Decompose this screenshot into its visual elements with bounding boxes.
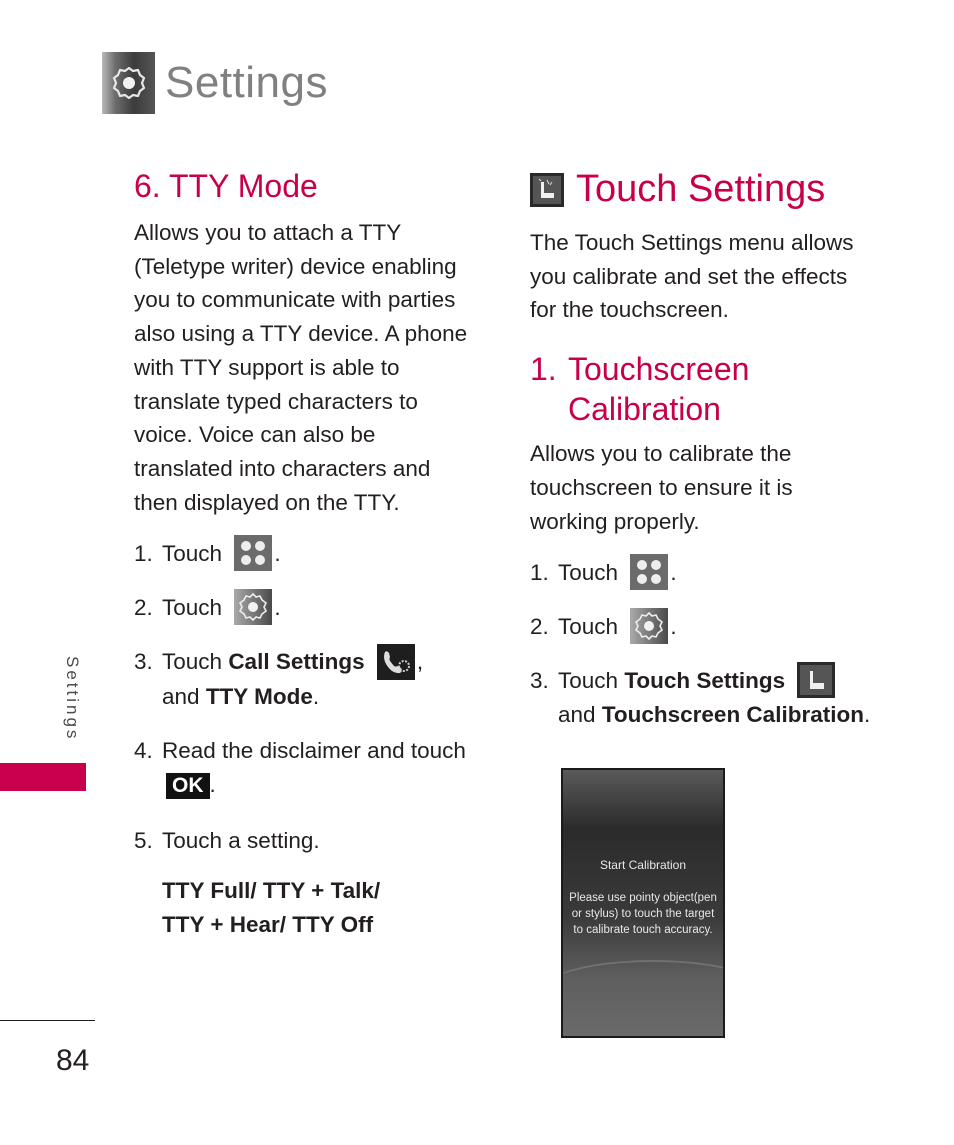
- step-2: 2. Touch .: [530, 608, 910, 645]
- wave-decoration: [563, 960, 723, 1020]
- tty-options-line: TTY Full/ TTY + Talk/: [162, 877, 381, 903]
- tty-options: TTY Full/ TTY + Talk/ TTY + Hear/ TTY Of…: [134, 874, 494, 942]
- menu-grid-icon: [234, 535, 273, 572]
- step-number: 2.: [530, 614, 549, 640]
- text-line: Allows you to attach a TTY: [134, 220, 402, 245]
- touch-settings-description: The Touch Settings menu allows you calib…: [530, 226, 910, 327]
- punct: .: [274, 595, 281, 621]
- touch-settings-section: Touch Settings The Touch Settings menu a…: [530, 166, 910, 732]
- step-text: and: [162, 683, 200, 709]
- punct: .: [312, 683, 320, 709]
- calibration-description: Allows you to calibrate the touchscreen …: [530, 437, 910, 538]
- step-number: 5.: [134, 827, 153, 853]
- text-line: you calibrate and set the effects: [530, 263, 848, 289]
- punct: .: [863, 702, 871, 728]
- step-text: Touch: [162, 649, 223, 675]
- step-number: 4.: [134, 737, 153, 763]
- text-line: voice. Voice can also be: [134, 422, 376, 448]
- text-line: (Teletype writer) device enabling: [134, 253, 457, 279]
- step-text: Touch: [162, 595, 223, 621]
- text-line: working properly.: [530, 508, 700, 534]
- call-settings-icon: [376, 643, 415, 680]
- touchscreen-calibration-heading: 1. Touchscreen Calibration: [530, 349, 910, 429]
- step-text: Read the disclaimer and touch: [162, 737, 466, 763]
- text-line: touchscreen to ensure it is: [530, 474, 793, 500]
- heading-line: Touchscreen: [568, 351, 750, 388]
- step-text: Touch: [558, 614, 619, 640]
- tty-mode-label: TTY Mode: [205, 683, 313, 709]
- punct: .: [670, 560, 677, 586]
- page-header: Settings: [102, 52, 328, 114]
- text-line: then displayed on the TTY.: [134, 489, 400, 515]
- touchscreen-calibration-label: Touchscreen Calibration: [601, 702, 864, 728]
- call-settings-label: Call Settings: [228, 649, 365, 675]
- step-text: Touch: [558, 668, 619, 694]
- text-line: with TTY support is able to: [134, 354, 400, 380]
- step-number: 1.: [134, 541, 153, 567]
- text-line: The Touch Settings menu allows: [530, 230, 854, 255]
- side-tab-bar: [0, 763, 86, 791]
- text-line: Allows you to calibrate the: [530, 441, 792, 467]
- tty-mode-section: 6. TTY Mode Allows you to attach a TTY (…: [134, 166, 494, 942]
- settings-gear-icon: [630, 608, 669, 645]
- step-1: 1. Touch .: [530, 554, 910, 591]
- menu-grid-icon: [630, 554, 669, 591]
- tty-mode-description: Allows you to attach a TTY (Teletype wri…: [134, 216, 494, 519]
- text-line: for the touchscreen.: [530, 297, 729, 323]
- punct: ,: [416, 649, 424, 675]
- settings-gear-icon: [102, 52, 155, 114]
- screen-title: Start Calibration: [599, 858, 687, 872]
- punct: .: [209, 771, 216, 797]
- step-1: 1. Touch .: [134, 535, 494, 572]
- step-3: 3. Touch Touch Settings and Touchscreen …: [530, 662, 910, 732]
- step-3: 3. Touch Call Settings , and TTY Mode.: [134, 643, 494, 713]
- step-text: and: [558, 702, 596, 728]
- tty-options-line: TTY + Hear/ TTY Off: [162, 911, 374, 937]
- settings-gear-icon: [234, 589, 273, 626]
- step-text: Touch: [162, 541, 223, 567]
- step-text: Touch: [558, 560, 619, 586]
- text-line: translate typed characters to: [134, 388, 418, 414]
- touch-settings-icon: [797, 662, 836, 699]
- text-line: translated into characters and: [134, 455, 431, 481]
- heading-line: Calibration: [568, 391, 721, 428]
- step-number: 2.: [134, 595, 153, 621]
- step-4: 4. Read the disclaimer and touch OK.: [134, 734, 494, 802]
- text-line: you to communicate with parties: [134, 287, 456, 313]
- tty-mode-heading: 6. TTY Mode: [134, 168, 318, 204]
- step-number: 3.: [134, 649, 153, 675]
- step-2: 2. Touch .: [134, 589, 494, 626]
- touch-settings-heading: Touch Settings: [528, 166, 910, 212]
- screen-message: Please use pointy object(pen or stylus) …: [569, 892, 717, 936]
- side-tab-label: Settings: [63, 656, 82, 742]
- page-title: Settings: [165, 58, 328, 107]
- ok-button: OK: [166, 772, 210, 799]
- step-number: 1.: [530, 560, 549, 586]
- touch-settings-label: Touch Settings: [624, 668, 786, 694]
- step-number: 3.: [530, 668, 549, 694]
- step-text: Touch a setting.: [162, 827, 320, 853]
- page-number: 84: [56, 1044, 90, 1077]
- step-5: 5. Touch a setting.: [134, 824, 494, 858]
- touch-settings-icon: [530, 172, 564, 207]
- punct: .: [670, 614, 677, 640]
- text-line: also using a TTY device. A phone: [134, 321, 468, 347]
- punct: .: [274, 541, 281, 567]
- touch-settings-title: Touch Settings: [576, 168, 826, 210]
- footer-rule: [0, 1020, 95, 1021]
- calibration-screen-image: Start Calibration Please use pointy obje…: [561, 768, 725, 1038]
- heading-number: 1.: [530, 351, 557, 388]
